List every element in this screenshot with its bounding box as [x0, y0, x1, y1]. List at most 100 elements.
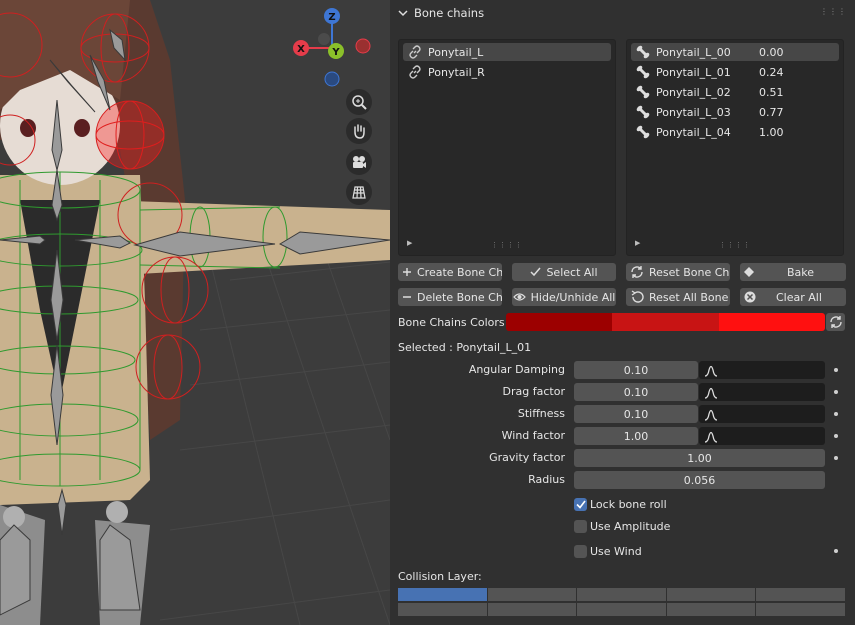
gizmo-x-label: X: [297, 44, 305, 55]
wind-factor-curve-field[interactable]: [699, 427, 825, 445]
collision-layer-toggle[interactable]: [487, 588, 577, 601]
bone-item[interactable]: Ponytail_L_03 0.77: [631, 103, 839, 121]
create-bone-chain-label: Create Bone Ch...: [417, 265, 502, 279]
grid-icon[interactable]: [346, 179, 372, 205]
chevron-down-icon[interactable]: [398, 8, 408, 18]
selected-bone-label: Selected : Ponytail_L_01: [398, 341, 532, 354]
bone-value: 0.77: [759, 105, 784, 119]
hide-unhide-all-button[interactable]: Hide/Unhide All: [512, 288, 616, 306]
create-bone-chain-button[interactable]: Create Bone Ch...: [398, 263, 502, 281]
panel-header[interactable]: Bone chains: [390, 0, 855, 26]
use-amplitude-checkbox[interactable]: [574, 520, 587, 533]
select-all-button[interactable]: Select All: [512, 263, 616, 281]
wind-factor-label: Wind factor: [501, 429, 565, 442]
check-icon: [530, 267, 542, 277]
collision-layer-toggle[interactable]: [756, 588, 845, 601]
collision-layer-toggle[interactable]: [487, 603, 577, 616]
stiffness-field[interactable]: 0.10: [574, 405, 698, 423]
list-expand-arrow-icon[interactable]: ▶: [407, 239, 412, 247]
chain-name: Ponytail_R: [428, 65, 485, 79]
lock-bone-roll-label: Lock bone roll: [590, 498, 667, 511]
3d-viewport[interactable]: Z X Y: [0, 0, 390, 625]
chain-item[interactable]: Ponytail_L: [403, 43, 611, 61]
panel-title: Bone chains: [414, 6, 485, 20]
drag-factor-field[interactable]: 0.10: [574, 383, 698, 401]
navigation-gizmo[interactable]: Z X Y: [288, 4, 378, 90]
angular-damping-field[interactable]: 0.10: [574, 361, 698, 379]
collision-layer-toggle[interactable]: [398, 603, 487, 616]
radius-field[interactable]: 0.056: [574, 471, 825, 489]
bone-icon: [635, 64, 651, 80]
reset-icon: [630, 290, 644, 304]
link-icon: [407, 64, 423, 80]
angular-damping-curve-field[interactable]: [699, 361, 825, 379]
list-resize-grip[interactable]: ⋮⋮⋮⋮: [719, 241, 751, 249]
chain-color-swatch[interactable]: [506, 313, 612, 331]
bone-chains-color-strip[interactable]: [506, 313, 825, 331]
hand-pan-icon[interactable]: [346, 118, 372, 144]
gravity-factor-field[interactable]: 1.00: [574, 449, 825, 467]
refresh-colors-button[interactable]: [826, 313, 845, 331]
list-expand-arrow-icon[interactable]: ▶: [635, 239, 640, 247]
clear-all-button[interactable]: Clear All: [740, 288, 846, 306]
collision-layer-toggle[interactable]: [666, 603, 756, 616]
chain-item[interactable]: Ponytail_R: [403, 63, 611, 81]
use-wind-checkbox[interactable]: [574, 545, 587, 558]
reset-bone-chain-button[interactable]: Reset Bone Ch...: [626, 263, 730, 281]
delete-bone-chain-label: Delete Bone Ch...: [417, 290, 502, 304]
viewport-scene: [0, 0, 390, 625]
close-circle-icon: [744, 291, 756, 303]
bone-value: 1.00: [759, 125, 784, 139]
reset-bone-chain-label: Reset Bone Ch...: [649, 265, 730, 279]
refresh-icon: [630, 265, 644, 279]
panel-drag-handle[interactable]: ⋮⋮⋮: [820, 7, 847, 16]
refresh-icon: [829, 316, 842, 328]
animate-property-dot[interactable]: [834, 368, 838, 372]
animate-property-dot[interactable]: [834, 456, 838, 460]
bone-value: 0.24: [759, 65, 784, 79]
animate-property-dot[interactable]: [834, 412, 838, 416]
drag-factor-curve-field[interactable]: [699, 383, 825, 401]
checkmark-icon: [575, 500, 586, 509]
lock-bone-roll-checkbox[interactable]: [574, 498, 587, 511]
collision-layer-toggle[interactable]: [756, 603, 845, 616]
list-resize-grip[interactable]: ⋮⋮⋮⋮: [491, 241, 523, 249]
delete-bone-chain-button[interactable]: Delete Bone Ch...: [398, 288, 502, 306]
reset-all-bone-button[interactable]: Reset All Bone ...: [626, 288, 730, 306]
bone-item[interactable]: Ponytail_L_04 1.00: [631, 123, 839, 141]
collision-layer-label: Collision Layer:: [398, 570, 482, 583]
use-wind-label: Use Wind: [590, 545, 642, 558]
zoom-icon[interactable]: [346, 89, 372, 115]
collision-layer-toggle[interactable]: [577, 603, 666, 616]
select-all-label: Select All: [546, 265, 598, 279]
collision-layer-toggle[interactable]: [666, 588, 756, 601]
animate-property-dot[interactable]: [834, 434, 838, 438]
eye-icon: [512, 292, 526, 302]
stiffness-curve-field[interactable]: [699, 405, 825, 423]
hide-unhide-all-label: Hide/Unhide All: [530, 290, 616, 304]
bone-list[interactable]: Ponytail_L_00 0.00 Ponytail_L_01 0.24 Po…: [626, 39, 844, 256]
camera-icon[interactable]: [346, 149, 372, 175]
curve-icon: [704, 365, 718, 377]
collision-layer-toggle[interactable]: [398, 588, 487, 601]
gravity-factor-label: Gravity factor: [489, 451, 565, 464]
plus-icon: [402, 267, 412, 277]
bake-button[interactable]: Bake: [740, 263, 846, 281]
collision-layer-grid[interactable]: [398, 588, 846, 617]
curve-icon: [704, 431, 718, 443]
bone-item[interactable]: Ponytail_L_00 0.00: [631, 43, 839, 61]
wind-factor-field[interactable]: 1.00: [574, 427, 698, 445]
animate-property-dot[interactable]: [834, 549, 838, 553]
chain-color-swatch[interactable]: [612, 313, 719, 331]
animate-property-dot[interactable]: [834, 390, 838, 394]
bone-item[interactable]: Ponytail_L_02 0.51: [631, 83, 839, 101]
chain-color-swatch[interactable]: [719, 313, 825, 331]
bone-name: Ponytail_L_03: [656, 105, 731, 119]
bone-value: 0.51: [759, 85, 784, 99]
bone-chains-colors-label: Bone Chains Colors: [398, 316, 505, 329]
bone-item[interactable]: Ponytail_L_01 0.24: [631, 63, 839, 81]
collision-layer-toggle[interactable]: [577, 588, 666, 601]
radius-label: Radius: [528, 473, 565, 486]
bone-icon: [635, 124, 651, 140]
chain-list[interactable]: Ponytail_L Ponytail_R ▶ ⋮⋮⋮⋮: [398, 39, 616, 256]
